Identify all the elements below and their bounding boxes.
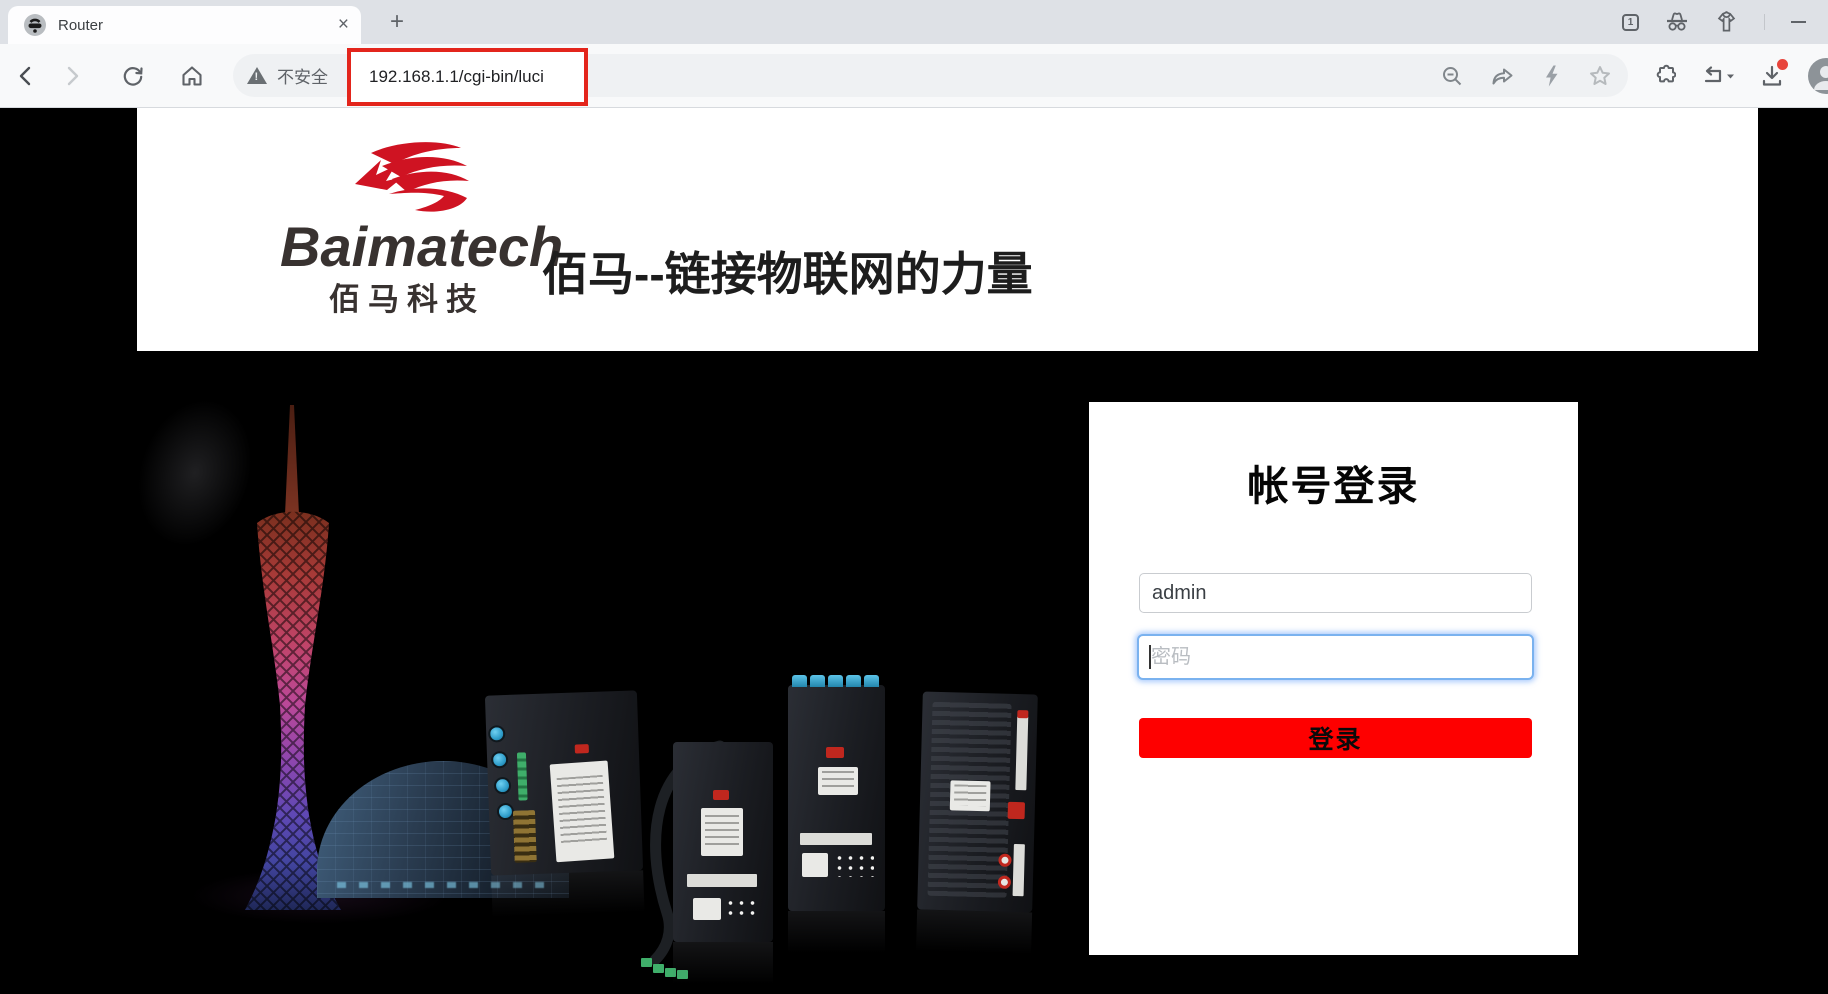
- tab-close-icon[interactable]: ×: [338, 14, 349, 36]
- tab-counter-icon[interactable]: 1: [1622, 14, 1639, 31]
- url-highlight-annotation: 192.168.1.1/cgi-bin/luci: [347, 48, 588, 106]
- share-icon[interactable]: [1490, 64, 1516, 88]
- login-panel: 帐号登录 登录: [1089, 402, 1578, 955]
- forward-icon[interactable]: [54, 58, 90, 94]
- minimize-icon[interactable]: [1791, 21, 1806, 23]
- downloads-icon[interactable]: [1760, 64, 1784, 88]
- brand-name-cn: 佰马科技: [329, 274, 485, 319]
- tab-count: 1: [1628, 17, 1634, 28]
- lightning-icon[interactable]: [1542, 64, 1562, 88]
- not-secure-label[interactable]: 不安全: [277, 63, 328, 88]
- bookmark-star-icon[interactable]: [1588, 64, 1612, 88]
- titlebar-right-controls: 1: [1622, 0, 1828, 44]
- router-device-graphic: [788, 685, 885, 911]
- text-caret: [1149, 645, 1151, 669]
- username-input[interactable]: [1139, 573, 1532, 613]
- download-badge: [1777, 59, 1788, 70]
- url-text[interactable]: 192.168.1.1/cgi-bin/luci: [369, 67, 544, 87]
- login-title: 帐号登录: [1089, 452, 1578, 512]
- not-secure-warning-icon[interactable]: !: [247, 67, 267, 84]
- router-device-graphic: [485, 690, 643, 875]
- router-device-graphic: [917, 692, 1038, 913]
- brand-name: Baimatech: [280, 214, 563, 279]
- login-button[interactable]: 登录: [1139, 718, 1532, 758]
- site-header: Baimatech 佰马科技 佰马--链接物联网的力量: [137, 108, 1758, 351]
- toolbar-right-controls: [1652, 44, 1828, 108]
- new-tab-button[interactable]: +: [383, 8, 411, 36]
- router-device-graphic: [625, 708, 795, 988]
- titlebar-divider: [1764, 14, 1765, 30]
- theme-shirt-icon[interactable]: [1715, 11, 1738, 33]
- site-tagline: 佰马--链接物联网的力量: [542, 238, 1033, 304]
- reopen-tab-icon[interactable]: [1700, 64, 1736, 88]
- router-favicon-icon: [24, 14, 46, 36]
- tab-title: Router: [58, 17, 338, 34]
- titlebar: Router × + 1: [0, 0, 1828, 44]
- browser-tab[interactable]: Router ×: [8, 6, 361, 44]
- browser-window: Router × + 1: [0, 0, 1828, 994]
- back-icon[interactable]: [8, 58, 44, 94]
- incognito-icon[interactable]: [1665, 11, 1689, 33]
- profile-avatar[interactable]: [1808, 58, 1828, 94]
- zoom-out-icon[interactable]: [1440, 64, 1464, 88]
- toolbar: ! 不安全: [0, 44, 1828, 108]
- extensions-puzzle-icon[interactable]: [1652, 64, 1676, 88]
- home-icon[interactable]: [174, 58, 210, 94]
- page-viewport: Baimatech 佰马科技 佰马--链接物联网的力量: [0, 108, 1828, 994]
- reload-icon[interactable]: [115, 58, 151, 94]
- password-input[interactable]: [1137, 634, 1534, 680]
